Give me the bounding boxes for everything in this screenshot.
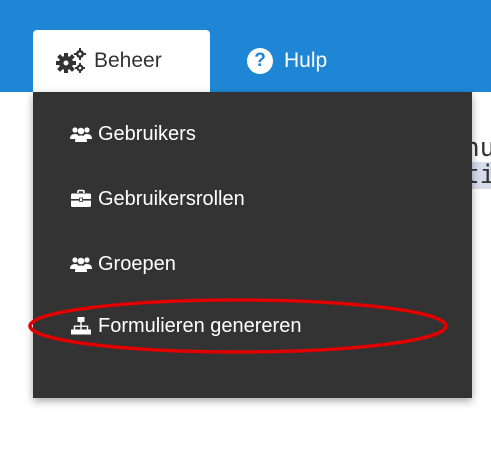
menu-item-formulieren-genereren[interactable]: Formulieren genereren bbox=[70, 309, 301, 343]
tab-beheer[interactable]: Beheer bbox=[33, 30, 210, 92]
tab-beheer-label: Beheer bbox=[94, 49, 162, 72]
tab-hulp-label: Hulp bbox=[284, 49, 328, 72]
menu-item-gebruikersrollen[interactable]: Gebruikersrollen bbox=[70, 182, 245, 216]
users-icon bbox=[70, 124, 92, 144]
menu-item-label: Gebruikersrollen bbox=[98, 187, 245, 210]
sitemap-icon bbox=[70, 316, 92, 336]
users-icon bbox=[70, 254, 92, 274]
briefcase-icon bbox=[70, 189, 92, 209]
top-navbar: Beheer ? Hulp bbox=[0, 0, 491, 92]
menu-item-groepen[interactable]: Groepen bbox=[70, 247, 176, 281]
beheer-dropdown-menu: Gebruikers Gebruikersrollen Groepen Form… bbox=[33, 92, 472, 398]
question-circle-icon: ? bbox=[247, 48, 273, 74]
menu-item-gebruikers[interactable]: Gebruikers bbox=[70, 117, 196, 151]
menu-item-label: Groepen bbox=[98, 252, 176, 275]
menu-item-label: Formulieren genereren bbox=[98, 314, 302, 337]
gears-icon bbox=[55, 47, 87, 75]
menu-item-label: Gebruikers bbox=[98, 122, 196, 145]
tab-hulp[interactable]: ? Hulp bbox=[247, 30, 327, 92]
